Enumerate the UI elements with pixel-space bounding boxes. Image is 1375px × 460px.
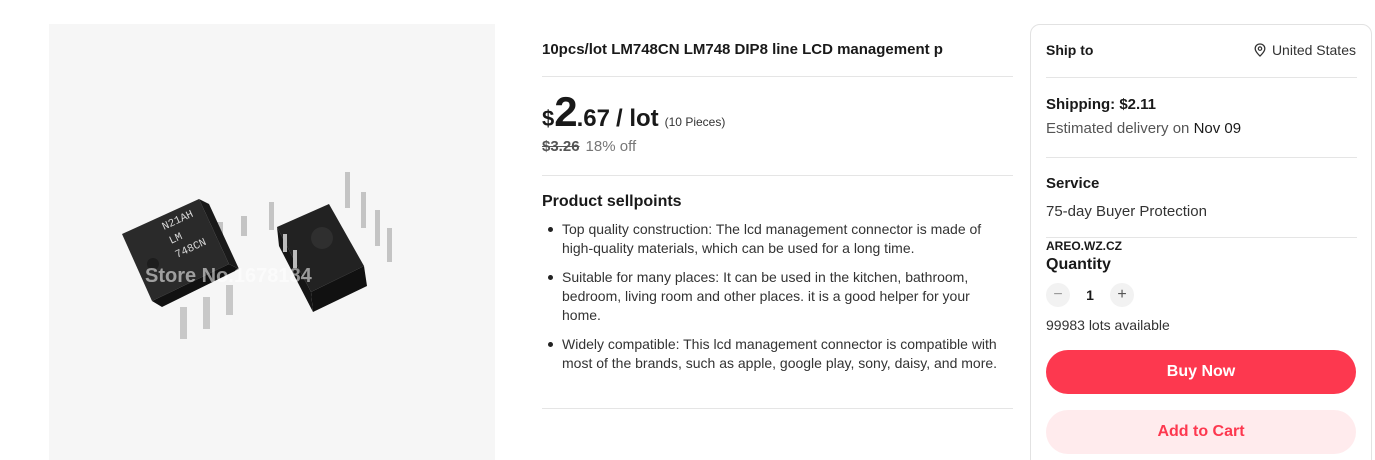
sellpoints-divider [542, 408, 1013, 409]
sellpoint-item: Widely compatible: This lcd management c… [546, 335, 1012, 373]
delivery-date: Nov 09 [1193, 120, 1242, 137]
original-price: $3.26 [542, 138, 580, 155]
card-divider [1046, 157, 1357, 158]
ship-to-country: United States [1271, 42, 1356, 58]
price-unit: / lot [615, 105, 659, 132]
shipping-cost: Shipping: $2.11 [1046, 96, 1157, 113]
sellpoint-item: Suitable for many places: It can be used… [546, 268, 1012, 325]
quantity-heading: Quantity [1046, 256, 1111, 273]
product-image[interactable]: N21AH LM 748CN Store No.1678184 [49, 24, 495, 460]
price-whole: 2 [554, 88, 577, 135]
price-currency: $ [542, 106, 555, 131]
buy-now-button[interactable]: Buy Now [1046, 350, 1356, 394]
delivery-prefix: Estimated delivery on [1046, 120, 1190, 137]
card-divider [1046, 237, 1357, 238]
price-decimal: .67 [576, 105, 610, 132]
sellpoints-list: Top quality construction: The lcd manage… [546, 220, 1012, 383]
price: $2.67/ lot (10 Pieces) [542, 88, 726, 135]
quantity-value[interactable]: 1 [1070, 287, 1110, 303]
quantity-minus-button[interactable]: − [1046, 283, 1070, 307]
original-price-row: $3.26 18% off [542, 138, 636, 155]
store-watermark: Store No.1678184 [145, 265, 313, 287]
quantity-stepper: − 1 + [1046, 283, 1134, 307]
sellpoints-heading: Product sellpoints [542, 193, 682, 210]
product-page: N21AH LM 748CN Store No.1678184 10pcs/lo… [0, 0, 1375, 460]
ship-to-selector[interactable]: United States [1254, 42, 1356, 58]
price-divider [542, 175, 1013, 176]
add-to-cart-button[interactable]: Add to Cart [1046, 410, 1356, 454]
price-pieces: (10 Pieces) [664, 115, 726, 129]
sellpoint-item: Top quality construction: The lcd manage… [546, 220, 1012, 258]
location-pin-icon [1254, 43, 1266, 57]
title-divider [542, 76, 1013, 77]
ic-chip-illustration: N21AH LM 748CN Store No.1678184 [122, 172, 392, 339]
service-value[interactable]: 75-day Buyer Protection [1046, 203, 1207, 220]
stock-available: 99983 lots available [1046, 317, 1170, 333]
store-name[interactable]: AREO.WZ.CZ [1046, 239, 1122, 253]
discount-badge: 18% off [585, 138, 637, 155]
product-title: 10pcs/lot LM748CN LM748 DIP8 line LCD ma… [542, 41, 943, 58]
purchase-card: Ship to United States Shipping: $2.11 Es… [1030, 24, 1372, 460]
quantity-plus-button[interactable]: + [1110, 283, 1134, 307]
estimated-delivery: Estimated delivery on Nov 09 [1046, 120, 1241, 137]
ship-to-label: Ship to [1046, 42, 1094, 58]
service-heading: Service [1046, 175, 1100, 192]
card-divider [1046, 77, 1357, 78]
